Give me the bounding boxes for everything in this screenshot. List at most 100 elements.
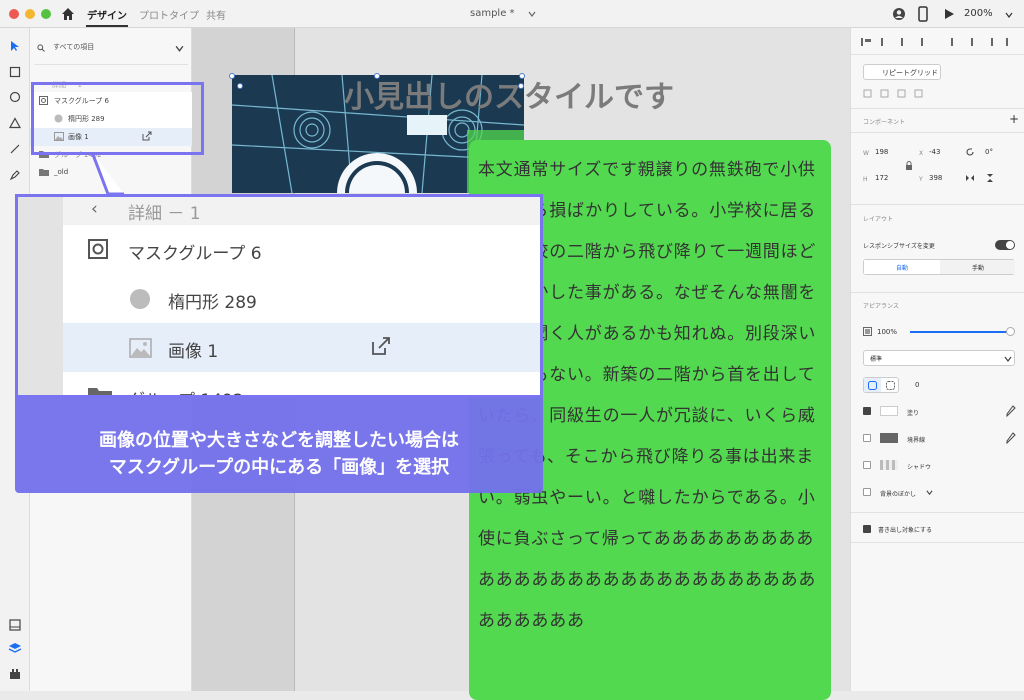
close-window-button[interactable]	[9, 9, 19, 19]
chevron-down-icon[interactable]	[528, 10, 536, 18]
back-chevron-icon[interactable]: ‹	[91, 199, 98, 219]
pen-tool-icon[interactable]	[9, 169, 21, 181]
resize-mode-segmented: 自動 手動	[863, 259, 1015, 275]
layer-highlight-outline	[31, 82, 204, 155]
search-icon	[37, 44, 45, 52]
divider	[851, 108, 1024, 109]
individual-corner-button[interactable]	[882, 378, 899, 392]
bgblur-checkbox[interactable]	[863, 488, 871, 496]
divider	[851, 132, 1024, 133]
export-checkbox[interactable]	[863, 525, 871, 533]
minimize-window-button[interactable]	[25, 9, 35, 19]
fill-label: 塗り	[907, 410, 920, 417]
open-link-icon[interactable]	[370, 335, 392, 357]
components-heading: コンポーネント	[863, 119, 906, 126]
border-checkbox[interactable]	[863, 434, 871, 442]
zoom-layer-image[interactable]: 画像 1	[63, 323, 540, 372]
manual-button[interactable]: 手動	[940, 260, 1015, 274]
device-preview-icon[interactable]	[918, 6, 928, 22]
shadow-checkbox[interactable]	[863, 461, 871, 469]
home-icon[interactable]	[60, 6, 76, 22]
callout-line-1: 画像の位置や大きさなどを調整したい場合は	[99, 430, 459, 451]
polygon-tool-icon[interactable]	[9, 117, 21, 129]
uniform-corner-button[interactable]	[864, 378, 881, 392]
flip-vertical-icon[interactable]	[985, 173, 995, 183]
divider	[851, 512, 1024, 513]
height-label: H	[863, 176, 868, 183]
divider	[851, 204, 1024, 205]
border-swatch[interactable]	[880, 433, 898, 443]
fill-checkbox[interactable]	[863, 407, 871, 415]
assets-icon[interactable]	[8, 618, 22, 632]
rectangle-tool-icon[interactable]	[9, 66, 21, 78]
tab-prototype[interactable]: プロトタイプ	[139, 7, 199, 22]
shadow-label: シャドウ	[907, 464, 932, 471]
repeat-grid-button[interactable]: リピートグリッド	[863, 64, 941, 80]
search-filter-chevron-icon[interactable]	[175, 44, 184, 53]
user-icon[interactable]	[892, 7, 906, 21]
zoom-chevron-icon[interactable]	[1005, 11, 1013, 19]
border-label: 境界線	[907, 437, 926, 444]
layout-heading: レイアウト	[863, 216, 894, 223]
appearance-heading: アピアランス	[863, 303, 899, 310]
ellipse-tool-icon[interactable]	[9, 91, 21, 103]
layer-search-input[interactable]: すべての項目	[53, 42, 94, 52]
rotation-input[interactable]: 0°	[985, 148, 993, 156]
mask-group-icon	[88, 239, 108, 259]
opacity-icon	[863, 327, 872, 336]
shadow-swatch[interactable]	[880, 460, 898, 470]
layer-label: _old	[54, 168, 69, 176]
instruction-callout: 画像の位置や大きさなどを調整したい場合は マスクグループの中にある「画像」を選択	[15, 398, 543, 493]
document-title[interactable]: sample *	[470, 8, 515, 19]
select-tool-icon[interactable]	[9, 40, 21, 52]
image-icon	[129, 338, 152, 358]
chevron-down-icon[interactable]	[926, 489, 933, 496]
lock-icon[interactable]	[905, 161, 913, 171]
layer-label: 画像 1	[168, 342, 219, 362]
play-icon[interactable]	[943, 8, 955, 20]
resize-handle[interactable]	[229, 73, 235, 79]
flip-horizontal-icon[interactable]	[965, 173, 975, 183]
zoom-layer-mask-group[interactable]: マスクグループ 6	[63, 225, 540, 274]
layers-icon[interactable]	[8, 641, 22, 655]
uniform-corner-icon	[868, 381, 877, 390]
divider	[851, 54, 1024, 55]
zoom-layer-ellipse[interactable]: 楕円形 289	[63, 274, 540, 323]
divider	[34, 64, 188, 65]
auto-button[interactable]: 自動	[864, 260, 940, 274]
responsive-resize-toggle[interactable]	[995, 240, 1015, 250]
width-input[interactable]: 198	[875, 148, 888, 156]
opacity-input[interactable]: 100%	[877, 328, 897, 336]
blend-mode-select[interactable]: 標準	[863, 350, 1015, 366]
height-input[interactable]: 172	[875, 174, 888, 182]
add-component-icon[interactable]: +	[1009, 112, 1019, 126]
tab-design[interactable]: デザイン	[87, 7, 127, 22]
folder-icon	[88, 388, 112, 395]
eyedropper-icon[interactable]	[1006, 432, 1016, 444]
line-tool-icon[interactable]	[9, 143, 21, 155]
fill-swatch[interactable]	[880, 406, 898, 416]
plugins-icon[interactable]	[8, 667, 22, 681]
maximize-window-button[interactable]	[41, 9, 51, 19]
individual-corner-icon	[886, 381, 895, 390]
opacity-slider[interactable]	[910, 331, 1010, 333]
zoom-layer-group[interactable]: グループ 1492	[63, 372, 540, 395]
boolean-ops-icons[interactable]	[863, 89, 933, 101]
chevron-down-icon	[1004, 356, 1012, 362]
properties-panel: リピートグリッド コンポーネント + W 198 X -43 0° H 172 …	[850, 28, 1024, 691]
align-icons[interactable]	[861, 36, 1015, 48]
repeat-grid-label: リピートグリッド	[882, 69, 938, 77]
artboard-heading[interactable]: 小見出しのスタイルです	[344, 72, 674, 116]
x-input[interactable]: -43	[929, 148, 940, 156]
resize-handle[interactable]	[237, 83, 243, 89]
breadcrumb-label: 詳細 － 1	[128, 204, 201, 224]
callout-pointer	[90, 152, 124, 196]
export-label: 書き出し対象にする	[878, 527, 933, 534]
y-input[interactable]: 398	[929, 174, 942, 182]
corner-mode-toggle	[863, 377, 899, 393]
opacity-slider-handle[interactable]	[1006, 327, 1015, 336]
eyedropper-icon[interactable]	[1006, 405, 1016, 417]
corner-radius-input[interactable]: 0	[915, 381, 919, 389]
zoom-level[interactable]: 200%	[964, 8, 993, 19]
tab-share[interactable]: 共有	[206, 7, 226, 22]
